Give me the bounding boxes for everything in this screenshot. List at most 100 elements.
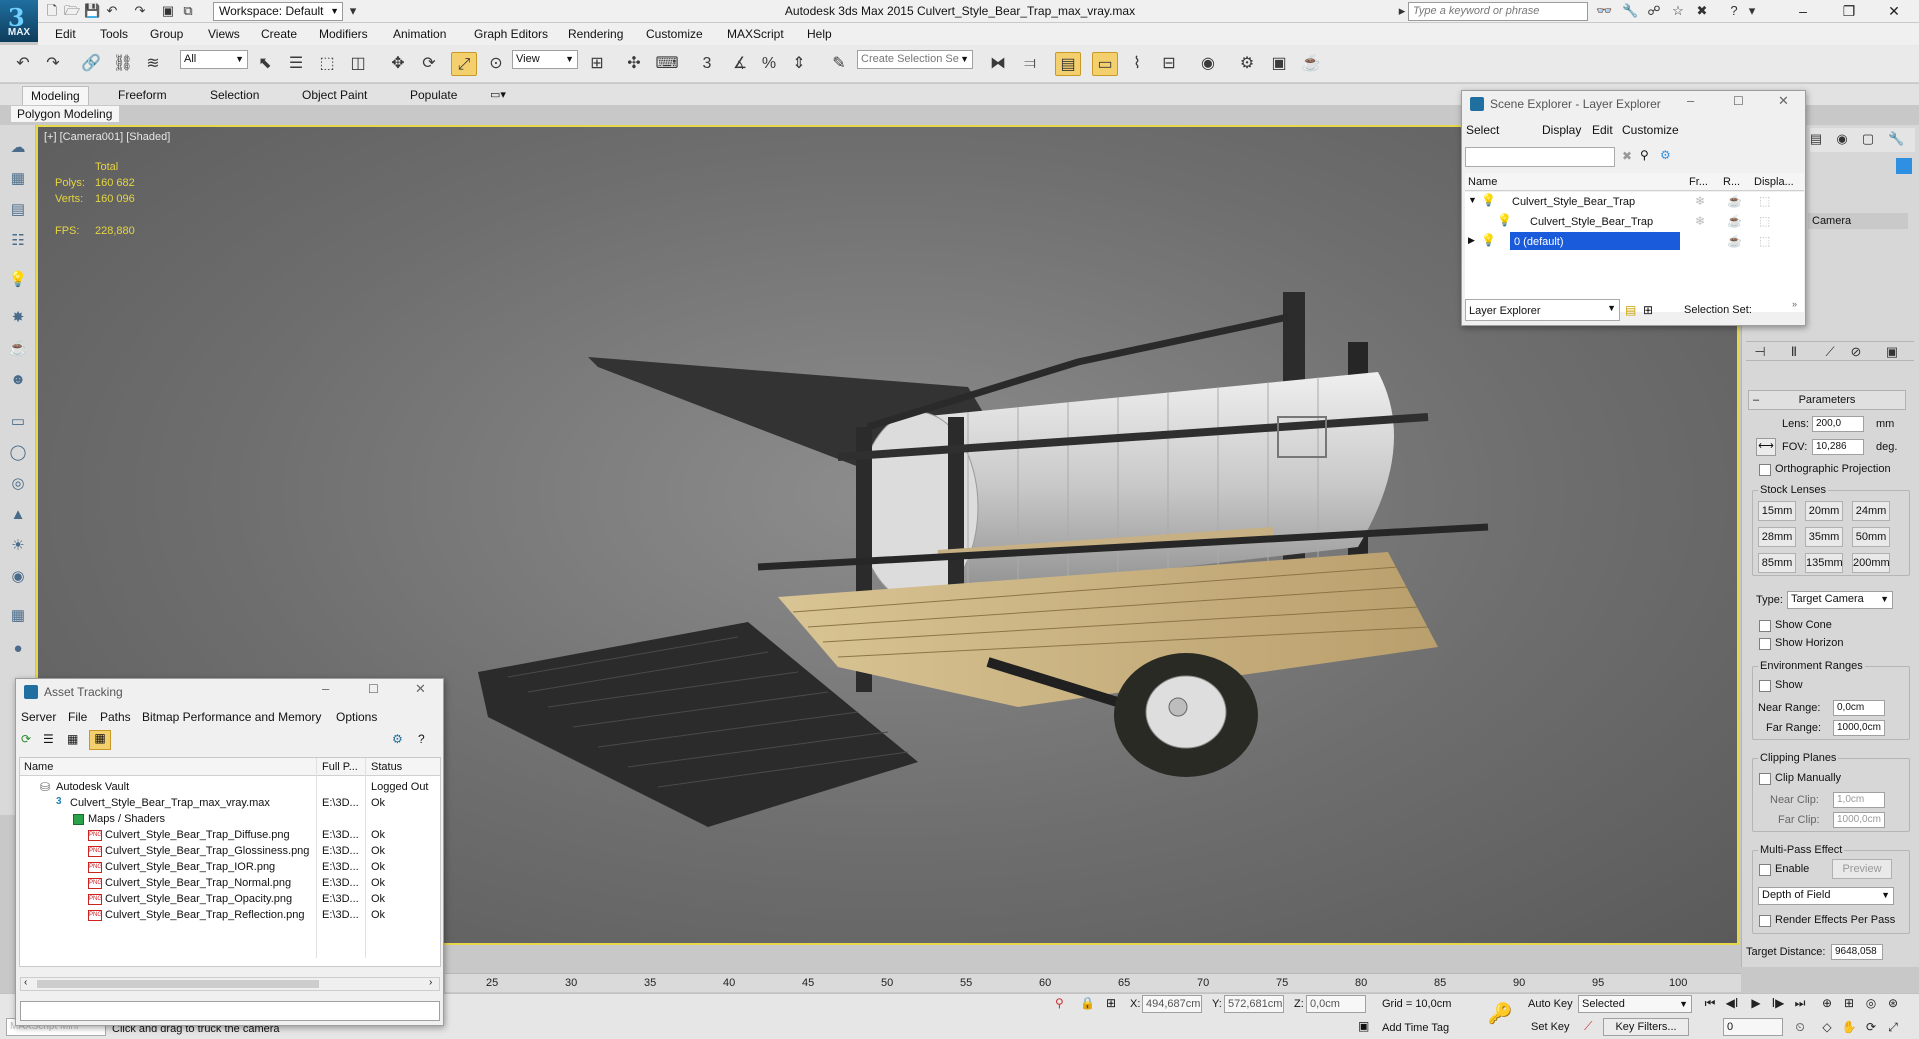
help-icon[interactable]: ?	[418, 732, 425, 746]
minimize-button[interactable]: –	[1783, 1, 1823, 22]
col-display[interactable]: Displa...	[1754, 176, 1794, 188]
close-icon[interactable]: ✕	[415, 681, 426, 697]
prev-frame-icon[interactable]: ◀Ⅰ	[1722, 993, 1742, 1013]
se-menu-select[interactable]: Select	[1466, 123, 1499, 137]
key-filters-button[interactable]: Key Filters...	[1603, 1018, 1689, 1036]
minimize-icon[interactable]: –	[322, 681, 329, 696]
mirror-icon[interactable]: ⧓	[985, 52, 1011, 76]
menu-modifiers[interactable]: Modifiers	[319, 27, 368, 41]
x-coordinate-input[interactable]: 494,687cm	[1142, 995, 1202, 1013]
new-file-icon[interactable]: 🗋	[44, 3, 60, 19]
scrollbar-thumb[interactable]	[37, 980, 319, 988]
reference-coordinate-dropdown[interactable]: View ▼	[512, 50, 578, 69]
viewport-label[interactable]: [+] [Camera001] [Shaded]	[44, 131, 170, 143]
lens-35mm-button[interactable]: 35mm	[1805, 527, 1843, 547]
asset-row-3-name[interactable]: Culvert_Style_Bear_Trap_Diffuse.png	[105, 829, 290, 841]
clear-search-icon[interactable]: ✖	[1622, 149, 1632, 163]
preview-button[interactable]: Preview	[1832, 859, 1892, 879]
goto-end-icon[interactable]: ⏭	[1790, 993, 1810, 1013]
undo-scene-icon[interactable]: ↶	[10, 52, 36, 76]
key-mode-dropdown[interactable]: Selected ▼	[1578, 995, 1692, 1013]
at-menu-bitmap[interactable]: Bitmap Performance and Memory	[142, 710, 321, 724]
helper-icon[interactable]: ◉	[6, 565, 30, 589]
display-box-icon[interactable]: ⬚	[1759, 214, 1770, 228]
named-selection-dropdown[interactable]: Create Selection Se ▼	[857, 50, 973, 69]
layer-row-0[interactable]: Culvert_Style_Bear_Trap	[1512, 196, 1635, 208]
particle-icon[interactable]: ✸	[6, 306, 30, 330]
pin-stack-icon[interactable]: ⊣	[1752, 344, 1768, 360]
refresh-icon[interactable]: ⟳	[21, 732, 31, 746]
snaps-toggle-icon[interactable]: 3	[694, 52, 720, 76]
sphere-primitive-icon[interactable]: ◯	[6, 441, 30, 465]
lens-200mm-button[interactable]: 200mm	[1852, 553, 1890, 573]
layer-explorer-toggle-icon[interactable]: ▤	[1625, 303, 1636, 317]
open-file-icon[interactable]: 🗁	[64, 3, 80, 19]
close-icon[interactable]: ✕	[1778, 93, 1789, 109]
add-time-tag-button[interactable]: Add Time Tag	[1382, 1022, 1449, 1034]
field-of-view-icon[interactable]: ◇	[1817, 1017, 1837, 1037]
lens-135mm-button[interactable]: 135mm	[1805, 553, 1843, 573]
timeline-track[interactable]	[445, 973, 1741, 992]
help-dropdown-icon[interactable]: ▾	[1744, 3, 1760, 19]
col-freeze[interactable]: Fr...	[1689, 176, 1708, 188]
select-by-name-icon[interactable]: ☰	[283, 52, 309, 76]
asset-row-2-name[interactable]: Maps / Shaders	[88, 813, 165, 825]
toggle-layer-explorer-icon[interactable]: ▤	[1055, 52, 1081, 76]
camera-type-dropdown[interactable]: Target Camera ▼	[1787, 591, 1893, 609]
at-col-name[interactable]: Name	[24, 761, 53, 773]
freeze-icon[interactable]: ❄	[1695, 214, 1705, 228]
current-frame-input[interactable]: 0	[1723, 1018, 1783, 1036]
layer-row-1[interactable]: Culvert_Style_Bear_Trap	[1530, 216, 1653, 228]
near-clip-input[interactable]: 1,0cm	[1833, 792, 1885, 808]
minimize-icon[interactable]: –	[1687, 93, 1694, 108]
toggle-ribbon-icon[interactable]: ▭	[1092, 52, 1118, 76]
at-menu-server[interactable]: Server	[21, 710, 56, 724]
light-icon[interactable]: ☀	[6, 534, 30, 558]
orthographic-checkbox[interactable]	[1759, 464, 1771, 476]
maximize-viewport-icon[interactable]: ⤢	[1883, 1017, 1903, 1037]
render-effects-checkbox[interactable]	[1759, 915, 1771, 927]
lightbulb-icon[interactable]: 💡	[1481, 233, 1496, 247]
set-key-button[interactable]: Set Key	[1531, 1021, 1570, 1033]
asset-row-0-name[interactable]: Autodesk Vault	[56, 781, 129, 793]
lightbulb-icon[interactable]: 💡	[1497, 213, 1512, 227]
at-menu-file[interactable]: File	[68, 710, 87, 724]
multi-pass-enable-checkbox[interactable]	[1759, 864, 1771, 876]
menu-edit[interactable]: Edit	[55, 27, 76, 41]
asset-row-8-name[interactable]: Culvert_Style_Bear_Trap_Reflection.png	[105, 909, 305, 921]
remove-modifier-icon[interactable]: ⊘	[1848, 344, 1864, 360]
redo-scene-icon[interactable]: ↷	[40, 52, 66, 76]
maximize-icon[interactable]: ☐	[1733, 94, 1744, 108]
communication-icon[interactable]: ☍	[1646, 3, 1662, 19]
se-menu-display[interactable]: Display	[1542, 123, 1581, 137]
render-region-icon[interactable]: ▤	[6, 198, 30, 222]
set-key-filter-icon[interactable]: ⟋	[1584, 1019, 1592, 1034]
percent-snap-icon[interactable]: %	[756, 52, 782, 76]
filter-icon[interactable]: ⚲	[1640, 148, 1649, 162]
redo-icon[interactable]: ↷	[132, 3, 148, 19]
tab-selection[interactable]: Selection	[202, 86, 267, 104]
dolly-icon[interactable]: ⊛	[1883, 993, 1903, 1013]
hierarchy-toggle-icon[interactable]: ⊞	[1643, 303, 1653, 317]
asset-row-1-name[interactable]: Culvert_Style_Bear_Trap_max_vray.max	[70, 797, 270, 809]
pivot-center-icon[interactable]: ⊞	[584, 52, 610, 76]
maximize-icon[interactable]: ☐	[368, 682, 379, 696]
zoom-all-icon[interactable]: ⊞	[1839, 993, 1859, 1013]
menu-group[interactable]: Group	[150, 27, 183, 41]
render-frame-icon[interactable]: ▦	[6, 167, 30, 191]
render-production-icon[interactable]: ☕	[1298, 52, 1324, 76]
at-col-status[interactable]: Status	[371, 761, 402, 773]
save-icon[interactable]: 💾	[84, 3, 100, 19]
edit-named-selection-icon[interactable]: ✎	[826, 52, 852, 76]
thumbnail-view-icon[interactable]: ▦	[67, 732, 78, 746]
character-icon[interactable]: ☻	[6, 368, 30, 392]
lightbulb-icon[interactable]: 💡	[1481, 193, 1496, 207]
y-coordinate-input[interactable]: 572,681cm	[1224, 995, 1284, 1013]
menu-graph-editors[interactable]: Graph Editors	[474, 27, 548, 41]
lens-28mm-button[interactable]: 28mm	[1758, 527, 1796, 547]
record-icon[interactable]: ●	[6, 637, 30, 661]
layer-row-2[interactable]: 0 (default)	[1514, 236, 1564, 248]
close-button[interactable]: ✕	[1874, 1, 1914, 22]
curve-editor-icon[interactable]: ⌇	[1124, 52, 1150, 76]
orbit-icon[interactable]: ◎	[1861, 993, 1881, 1013]
